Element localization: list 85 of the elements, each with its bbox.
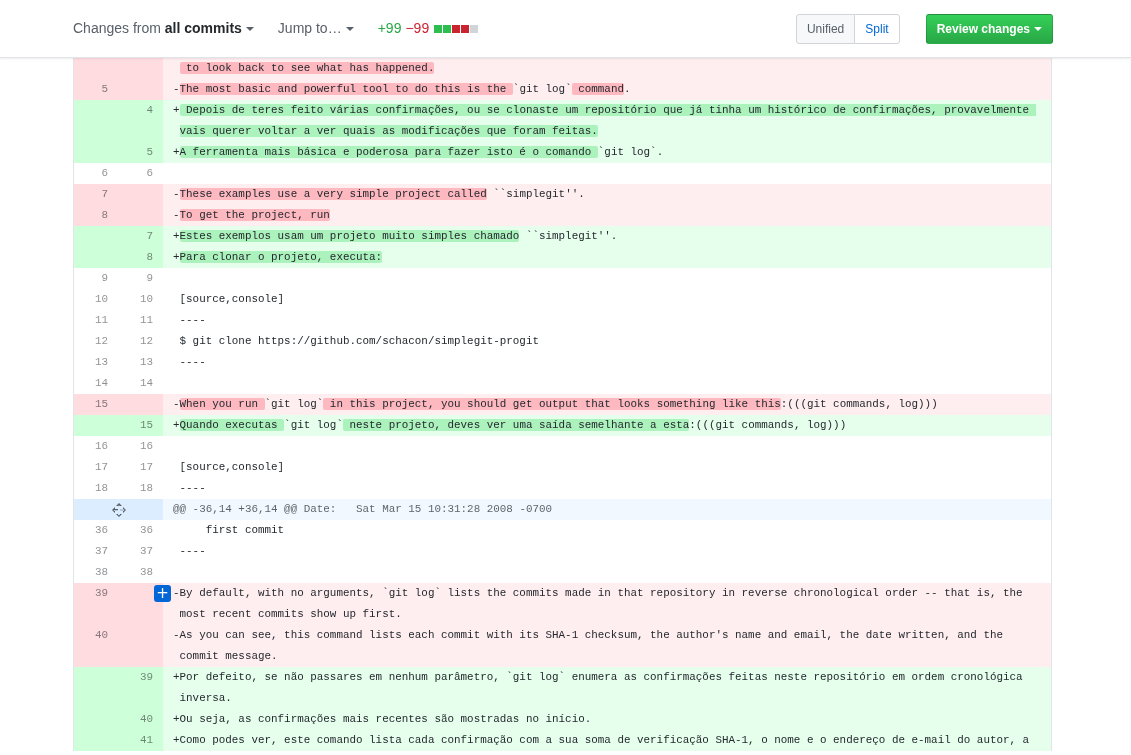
line-number: 9	[145, 271, 154, 286]
diff-marker: -	[173, 628, 180, 643]
gutter-cell	[118, 394, 163, 415]
code-line: ----	[179, 313, 207, 328]
changes-menu[interactable]: Changes from all commits	[73, 18, 254, 39]
line-number: 11	[138, 313, 154, 328]
line-number: 17	[93, 460, 109, 475]
line-number: 15	[74, 394, 118, 415]
diff-marker: -	[173, 208, 180, 223]
jump-menu[interactable]: Jump to…	[277, 18, 354, 39]
line-number: 16	[93, 439, 109, 454]
line-number: 12	[93, 334, 109, 349]
line-number: 7	[118, 226, 163, 247]
line-number: 40	[118, 709, 163, 730]
line-number: 16	[138, 439, 154, 454]
code-line: As you can see, this command lists each commit with its SHA-1 checksum, the author's name and email, the date written, and the commit message.	[179, 628, 1004, 664]
diff-marker: +	[173, 670, 180, 685]
line-number: 13	[138, 355, 154, 370]
line-number: 18	[138, 481, 154, 496]
hunk-header: @@ -36,14 +36,14 @@ Date: Sat Mar 15 10:31:28 2008 -0700	[173, 502, 554, 517]
line-number: 36	[138, 523, 154, 538]
line-number: 17	[138, 460, 154, 475]
line-number: 6	[145, 166, 154, 181]
code-line: Como podes ver, este comando lista cada confirmação com a sua soma de verificação SHA-1, o nome e o endereço de e-mail do autor, a	[179, 733, 1031, 748]
line-number: 39	[74, 583, 118, 625]
code-line: ----	[179, 544, 207, 559]
deletions-count: −99	[405, 19, 430, 38]
line-number: 9	[100, 271, 109, 286]
diff-marker: +	[173, 145, 180, 160]
line-number: 14	[93, 376, 109, 391]
code-line: to look back to see what has happened.	[179, 58, 1043, 79]
diff-marker: -	[173, 586, 180, 601]
line-number: 40	[74, 625, 118, 667]
code-line: $ git clone https://github.com/schacon/simplegit-progit	[179, 334, 540, 349]
expand-icon[interactable]	[111, 501, 126, 518]
line-number: 6	[100, 166, 109, 181]
code-line: ----	[179, 355, 207, 370]
line-number: 10	[93, 292, 109, 307]
line-number: 7	[74, 184, 118, 205]
line-number: 10	[138, 292, 154, 307]
caret-icon	[1034, 27, 1042, 32]
diffstat-bar	[433, 24, 479, 33]
view-mode-tab[interactable]: Split	[854, 13, 900, 44]
line-number: 13	[93, 355, 109, 370]
line-number: 8	[74, 205, 118, 226]
line-number: 37	[93, 544, 109, 559]
line-number: 5	[118, 142, 163, 163]
code-line: By default, with no arguments, `git log` lists the commits made in that repository in reverse chronological order -- that is, the most recent commits show up first.	[179, 586, 1024, 622]
line-number: 5	[74, 79, 118, 100]
view-mode-tab[interactable]: Unified	[795, 13, 856, 44]
line-number: 39	[118, 667, 163, 709]
code-line: When you run `git log` in this project, you should get output that looks something like this:(((git commands, log)))	[179, 397, 939, 412]
code-line: first commit	[204, 523, 286, 538]
diff-marker: -	[173, 187, 180, 202]
gutter-cell	[74, 415, 118, 436]
diff-marker: -	[173, 397, 180, 412]
code-line: [source,console]	[179, 292, 286, 307]
line-number: 38	[93, 565, 109, 580]
line-number: 12	[138, 334, 154, 349]
diff-marker: +	[173, 250, 180, 265]
line-number: 41	[118, 730, 163, 751]
code-line: [source,console]	[179, 460, 286, 475]
code-line: Ou seja, as confirmações mais recentes são mostradas no início.	[179, 712, 593, 727]
caret-icon	[245, 27, 254, 32]
diff-marker: +	[173, 229, 180, 244]
line-number: 37	[138, 544, 154, 559]
line-number: 18	[93, 481, 109, 496]
line-number: 4	[118, 100, 163, 142]
line-number: 38	[138, 565, 154, 580]
diff-marker: -	[173, 82, 180, 97]
line-number: 14	[138, 376, 154, 391]
line-number: 15	[118, 415, 163, 436]
add-comment-button[interactable]: +	[154, 585, 171, 602]
diff-marker: +	[173, 712, 180, 727]
code-line: Por defeito, se não passares em nenhum parâmetro, `git log` enumera as confirmações feitas neste repositório em ordem cronológica inversa.	[179, 670, 1024, 706]
code-line: ----	[179, 481, 207, 496]
line-number: 36	[93, 523, 109, 538]
diff-marker: +	[173, 733, 180, 748]
line-number: 8	[118, 247, 163, 268]
code-line: Quando executas `git log` neste projeto, deves ver uma saída semelhante a esta:(((git commands, log)))	[179, 418, 848, 433]
line-number: 11	[93, 313, 109, 328]
caret-icon	[345, 27, 354, 32]
diff-marker: +	[173, 418, 180, 433]
additions-count: +99	[377, 19, 402, 38]
diff-marker: +	[173, 103, 180, 118]
